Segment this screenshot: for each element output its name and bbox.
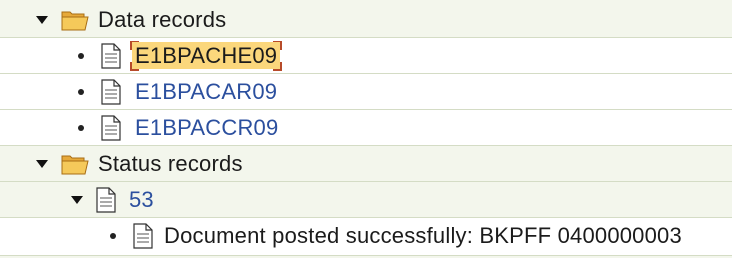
tree-row-status-records[interactable]: Status records	[0, 146, 732, 182]
bullet-icon	[110, 233, 116, 239]
tree-row-segment[interactable]: E1BPACAR09	[0, 74, 732, 110]
tree-row-segment[interactable]: E1BPACHE09	[0, 38, 732, 74]
tree-node-label: Data records	[98, 7, 227, 32]
tree-row-segment[interactable]: E1BPACCR09	[0, 110, 732, 146]
tree-row-status-code[interactable]: 53	[0, 182, 732, 218]
document-icon	[133, 223, 153, 249]
selected-node[interactable]: E1BPACHE09	[130, 41, 283, 71]
folder-open-icon	[61, 9, 89, 31]
triangle-down-icon[interactable]	[35, 157, 49, 171]
document-icon	[96, 187, 116, 213]
tree-row-status-message[interactable]: Document posted successfully: BKPFF 0400…	[0, 218, 732, 256]
triangle-down-icon[interactable]	[70, 193, 84, 207]
segment-e1bpache09[interactable]: E1BPACHE09	[132, 42, 281, 69]
idoc-tree: Data records E1BPACHE09 E1BPACAR09 E1BPA…	[0, 0, 732, 258]
segment-e1bpacar09[interactable]: E1BPACAR09	[135, 79, 277, 105]
tree-node-label: Status records	[98, 151, 243, 176]
document-icon	[101, 115, 121, 141]
status-code-53[interactable]: 53	[129, 187, 154, 213]
status-message[interactable]: Document posted successfully: BKPFF 0400…	[164, 223, 682, 249]
bullet-icon	[78, 89, 84, 95]
document-icon	[101, 43, 121, 69]
folder-open-icon	[61, 153, 89, 175]
bullet-icon	[78, 53, 84, 59]
bullet-icon	[78, 125, 84, 131]
tree-row-data-records[interactable]: Data records	[0, 2, 732, 38]
segment-e1bpaccr09[interactable]: E1BPACCR09	[135, 115, 278, 141]
document-icon	[101, 79, 121, 105]
triangle-down-icon[interactable]	[35, 13, 49, 27]
